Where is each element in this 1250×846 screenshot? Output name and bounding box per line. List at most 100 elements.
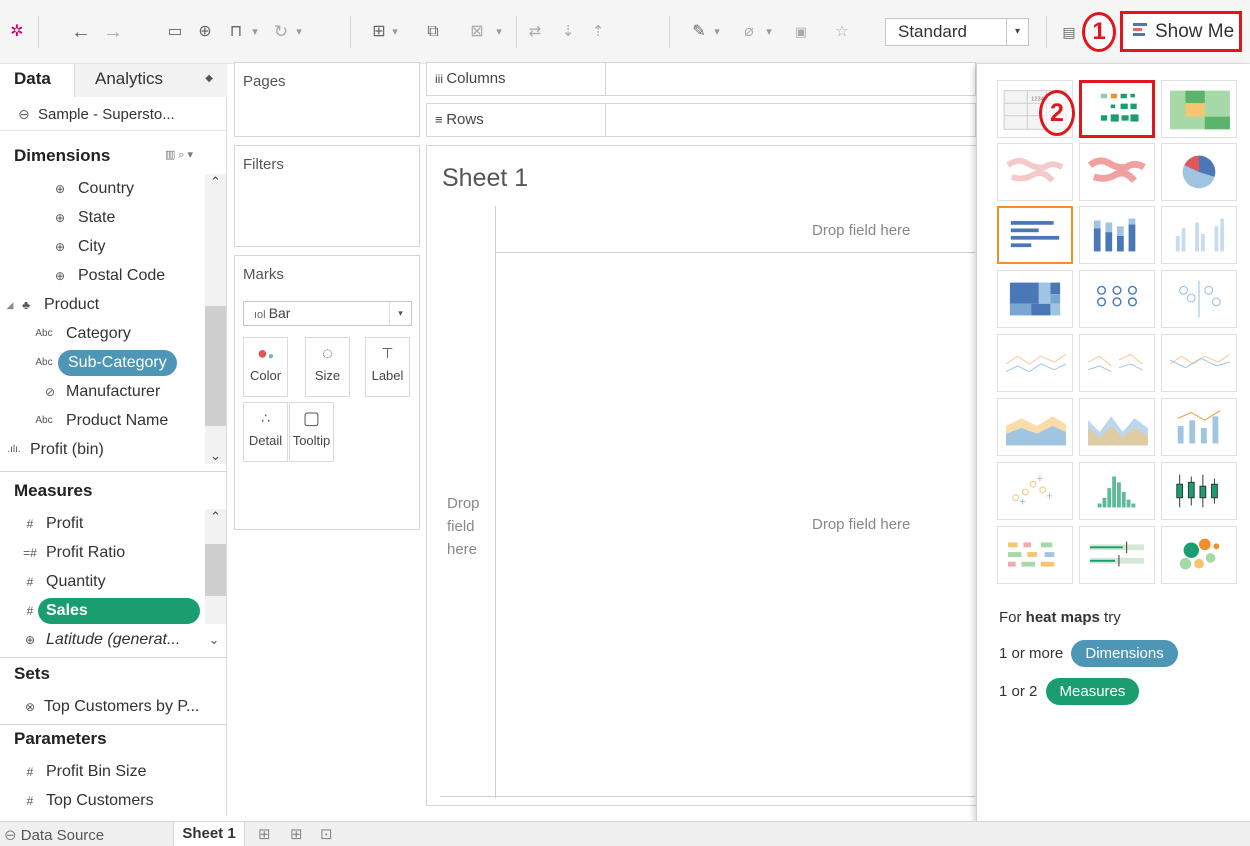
chart-type-treemap[interactable] [997, 270, 1073, 328]
chart-type-gantt-chart[interactable] [997, 526, 1073, 584]
refresh-icon[interactable]: ↻ [270, 18, 292, 46]
drop-zone-columns[interactable]: Drop field here [812, 222, 910, 239]
drop-zone-rows[interactable]: Drop field here [447, 492, 480, 561]
chart-type-histogram[interactable] [1079, 462, 1155, 520]
chart-type-area-discrete[interactable] [1079, 398, 1155, 456]
tooltip-button[interactable]: ▢ Tooltip [289, 402, 334, 462]
duplicate-icon[interactable]: ⧉ [422, 18, 444, 46]
chart-type-highlight-table[interactable] [1161, 80, 1237, 138]
scroll-thumb[interactable] [205, 306, 226, 426]
sort-desc-icon[interactable]: ⇡ [587, 18, 609, 46]
chart-type-scatter-plot[interactable] [997, 462, 1073, 520]
sheet-title[interactable]: Sheet 1 [442, 164, 528, 193]
chart-type-dual-combination[interactable] [1161, 398, 1237, 456]
group-dropdown-icon[interactable]: ▾ [764, 18, 774, 46]
chart-type-heat-map[interactable] [1079, 80, 1155, 138]
refresh-dropdown-icon[interactable]: ▾ [294, 18, 304, 46]
mark-type-select[interactable]: ıol Bar ▾ [243, 301, 412, 326]
pause-icon[interactable]: ⊓ [225, 18, 247, 46]
field-manufacturer[interactable]: ⊘ Manufacturer [0, 379, 205, 405]
scroll-down-icon[interactable]: ⌄ [205, 448, 226, 464]
new-datasource-icon[interactable]: ⊕ [194, 18, 216, 46]
save-icon[interactable]: ▭ [164, 18, 186, 46]
field-profit-bin[interactable]: .ılı. Profit (bin) [0, 437, 205, 463]
detail-button[interactable]: ∴ Detail [243, 402, 288, 462]
highlight-dropdown-icon[interactable]: ▾ [712, 18, 722, 46]
color-button[interactable]: ●● Color [243, 337, 288, 397]
size-button[interactable]: ◌ Size [305, 337, 350, 397]
data-source-tab[interactable]: ⊖ Data Source [4, 826, 104, 844]
field-sub-category[interactable]: Abc Sub-Category [0, 350, 205, 376]
chart-type-stacked-bars[interactable] [1079, 206, 1155, 264]
chart-type-horizontal-bars[interactable] [997, 206, 1073, 264]
measures-scrollbar[interactable]: ⌃ [205, 509, 226, 624]
dimensions-scrollbar[interactable]: ⌃ ⌄ [205, 174, 226, 464]
show-me-button[interactable]: Show Me [1120, 11, 1242, 52]
highlight-icon[interactable]: ✎ [688, 18, 710, 46]
scroll-thumb[interactable] [205, 544, 226, 596]
presentation-icon[interactable]: ▤ [1058, 18, 1080, 46]
chart-type-side-by-side-bars[interactable] [1161, 206, 1237, 264]
chevron-down-icon[interactable]: ⌄ [204, 627, 224, 653]
field-state[interactable]: ⊕ State [0, 205, 205, 231]
chart-type-side-by-side-circles[interactable] [1161, 270, 1237, 328]
dimensions-tools[interactable]: ▥⌕▾ [165, 148, 196, 162]
chart-type-box-and-whisker[interactable] [1161, 462, 1237, 520]
sheet-1-tab[interactable]: Sheet 1 [173, 822, 245, 846]
chart-type-dual-lines[interactable] [1161, 334, 1237, 392]
rows-drop-area[interactable] [605, 104, 977, 136]
columns-shelf[interactable]: iii Columns [426, 62, 976, 96]
chart-type-pie-chart[interactable] [1161, 143, 1237, 201]
drop-zone-center[interactable]: Drop field here [812, 516, 910, 533]
chart-type-bullet-graph[interactable] [1079, 526, 1155, 584]
field-postal-code[interactable]: ⊕ Postal Code [0, 263, 205, 289]
datasource-item[interactable]: ⊖ Sample - Supersto... [0, 97, 227, 131]
columns-drop-area[interactable] [605, 63, 977, 95]
new-story-icon[interactable]: ⊡ [320, 825, 333, 843]
field-profit-ratio[interactable]: =# Profit Ratio [0, 540, 205, 566]
field-top-customers[interactable]: # Top Customers [0, 788, 205, 814]
new-worksheet-dropdown-icon[interactable]: ▾ [390, 18, 400, 46]
chart-type-filled-map[interactable] [1079, 143, 1155, 201]
chart-type-area-continuous[interactable] [997, 398, 1073, 456]
swap-icon[interactable]: ⇄ [524, 18, 546, 46]
back-icon[interactable]: ← [70, 18, 92, 46]
clear-icon[interactable]: ⊠ [466, 18, 488, 46]
field-city[interactable]: ⊕ City [0, 234, 205, 260]
tab-data[interactable]: Data [0, 64, 75, 97]
chart-type-line-continuous[interactable] [997, 334, 1073, 392]
field-quantity[interactable]: # Quantity [0, 569, 205, 595]
field-country[interactable]: ⊕ Country [0, 176, 205, 202]
tableau-logo-icon[interactable]: ✲ [6, 18, 28, 46]
scroll-up-icon[interactable]: ⌃ [205, 509, 226, 525]
field-category[interactable]: Abc Category [0, 321, 205, 347]
rows-shelf[interactable]: ≡ Rows [426, 103, 976, 137]
chart-type-circle-views[interactable] [1079, 270, 1155, 328]
group-icon[interactable]: ⌀ [738, 18, 760, 46]
scroll-up-icon[interactable]: ⌃ [205, 174, 226, 190]
label-button[interactable]: ⊤ Label [365, 337, 410, 397]
chart-type-symbol-map[interactable] [997, 143, 1073, 201]
pause-dropdown-icon[interactable]: ▾ [250, 18, 260, 46]
new-worksheet-icon[interactable]: ⊞ [258, 825, 271, 843]
filters-card[interactable]: Filters [234, 145, 420, 247]
chart-type-packed-bubbles[interactable] [1161, 526, 1237, 584]
tab-analytics[interactable]: Analytics ◆ [75, 64, 227, 97]
new-dashboard-icon[interactable]: ⊞ [290, 825, 303, 843]
field-set-top-customers[interactable]: ⊗ Top Customers by P... [0, 694, 227, 720]
new-worksheet-icon[interactable]: ⊞ [368, 18, 390, 46]
field-latitude[interactable]: ⊕ Latitude (generat... ⌄ [0, 627, 227, 653]
clear-dropdown-icon[interactable]: ▾ [494, 18, 504, 46]
fit-select[interactable]: Standard ▾ [885, 18, 1029, 46]
field-profit-bin-size[interactable]: # Profit Bin Size [0, 759, 205, 785]
chart-type-line-discrete[interactable] [1079, 334, 1155, 392]
field-profit[interactable]: # Profit [0, 511, 205, 537]
pin-icon[interactable]: ☆ [831, 18, 853, 46]
sort-asc-icon[interactable]: ⇣ [557, 18, 579, 46]
field-product-name[interactable]: Abc Product Name [0, 408, 205, 434]
label-icon[interactable]: ▣ [790, 18, 812, 46]
field-product[interactable]: ◢ ♣ Product [0, 292, 205, 318]
field-sales[interactable]: # Sales [0, 598, 227, 624]
forward-icon[interactable]: → [102, 18, 124, 46]
pages-card[interactable]: Pages [234, 62, 420, 137]
